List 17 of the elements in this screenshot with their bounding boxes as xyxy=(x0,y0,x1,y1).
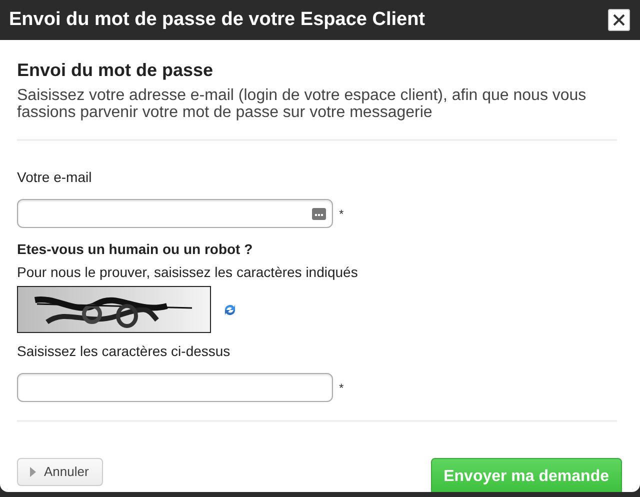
keyboard-icon[interactable] xyxy=(312,208,326,220)
required-mark: * xyxy=(339,206,344,220)
input-field[interactable] xyxy=(17,199,333,228)
close-button[interactable] xyxy=(608,9,630,31)
hint-text: Pour nous le prouver, saisissez les caractères indiqués xyxy=(17,263,359,281)
field-label: Saisissez les caractères ci-dessus xyxy=(17,342,232,360)
refresh-icon[interactable] xyxy=(223,302,237,316)
close-icon xyxy=(612,13,626,27)
caret-icon xyxy=(30,466,36,476)
intro-text: Saisissez votre adresse e-mail (login de votre espace client), afin que nous vous fassions parvenir votre mot de passe sur votre messagerie xyxy=(17,87,588,121)
input-field[interactable] xyxy=(17,373,333,402)
window-title: Envoi du mot de passe de votre Espace Client xyxy=(9,9,426,31)
field-label: Votre e-mail xyxy=(17,168,93,186)
cancel-button[interactable]: Annuler xyxy=(17,458,103,486)
section-heading: Envoi du mot de passe xyxy=(17,59,214,82)
question-title: Etes-vous un humain ou un robot ? xyxy=(17,240,254,258)
required-mark: * xyxy=(339,380,344,394)
